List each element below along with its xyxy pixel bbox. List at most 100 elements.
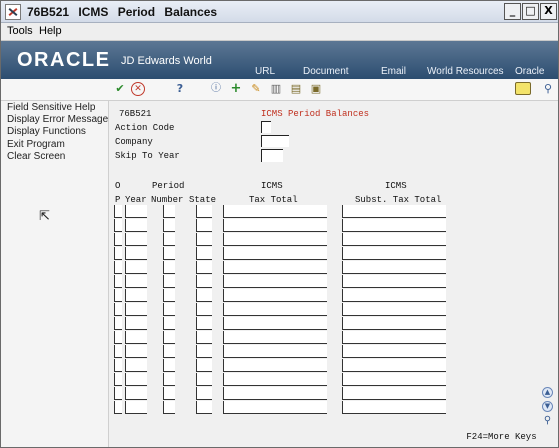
paste-icon[interactable]: ▣: [309, 82, 323, 96]
exit-display-functions[interactable]: Display Functions: [7, 126, 86, 137]
state-cell[interactable]: [196, 401, 212, 414]
icms-subst-tax-total-cell[interactable]: [342, 373, 446, 386]
icms-tax-total-cell[interactable]: [223, 275, 327, 288]
option-cell[interactable]: [114, 373, 122, 386]
state-cell[interactable]: [196, 275, 212, 288]
period-number-cell[interactable]: [163, 275, 175, 288]
icms-subst-tax-total-cell[interactable]: [342, 205, 446, 218]
year-cell[interactable]: [125, 345, 147, 358]
link-email[interactable]: Email: [381, 66, 406, 77]
minimize-button[interactable]: _: [504, 3, 521, 20]
option-cell[interactable]: [114, 331, 122, 344]
icms-subst-tax-total-cell[interactable]: [342, 401, 446, 414]
icms-tax-total-cell[interactable]: [223, 247, 327, 260]
icms-tax-total-cell[interactable]: [223, 345, 327, 358]
icms-tax-total-cell[interactable]: [223, 373, 327, 386]
icms-subst-tax-total-cell[interactable]: [342, 331, 446, 344]
period-number-cell[interactable]: [163, 233, 175, 246]
edit-icon[interactable]: ✎: [249, 82, 263, 96]
period-number-cell[interactable]: [163, 401, 175, 414]
year-cell[interactable]: [125, 205, 147, 218]
exit-display-error-message[interactable]: Display Error Message: [7, 114, 108, 125]
state-cell[interactable]: [196, 359, 212, 372]
link-document[interactable]: Document: [303, 66, 349, 77]
company-input[interactable]: [261, 135, 289, 147]
year-cell[interactable]: [125, 247, 147, 260]
option-cell[interactable]: [114, 303, 122, 316]
icms-tax-total-cell[interactable]: [223, 303, 327, 316]
period-number-cell[interactable]: [163, 247, 175, 260]
period-number-cell[interactable]: [163, 373, 175, 386]
icms-subst-tax-total-cell[interactable]: [342, 359, 446, 372]
option-cell[interactable]: [114, 219, 122, 232]
state-cell[interactable]: [196, 219, 212, 232]
year-cell[interactable]: [125, 289, 147, 302]
info-icon[interactable]: ⓘ: [209, 82, 223, 96]
period-number-cell[interactable]: [163, 345, 175, 358]
icms-tax-total-cell[interactable]: [223, 401, 327, 414]
state-cell[interactable]: [196, 345, 212, 358]
year-cell[interactable]: [125, 317, 147, 330]
option-cell[interactable]: [114, 317, 122, 330]
period-number-cell[interactable]: [163, 289, 175, 302]
state-cell[interactable]: [196, 247, 212, 260]
option-cell[interactable]: [114, 205, 122, 218]
period-number-cell[interactable]: [163, 387, 175, 400]
year-cell[interactable]: [125, 401, 147, 414]
link-url[interactable]: URL: [255, 66, 275, 77]
icms-subst-tax-total-cell[interactable]: [342, 345, 446, 358]
cancel-icon[interactable]: ✕: [131, 82, 145, 96]
help-icon[interactable]: ?: [173, 82, 187, 96]
icms-subst-tax-total-cell[interactable]: [342, 303, 446, 316]
scroll-up-icon[interactable]: ▲: [542, 387, 553, 398]
exit-clear-screen[interactable]: Clear Screen: [7, 151, 65, 162]
icms-subst-tax-total-cell[interactable]: [342, 247, 446, 260]
option-cell[interactable]: [114, 359, 122, 372]
state-cell[interactable]: [196, 289, 212, 302]
link-oracle[interactable]: Oracle: [515, 66, 544, 77]
period-number-cell[interactable]: [163, 331, 175, 344]
icms-tax-total-cell[interactable]: [223, 261, 327, 274]
icms-tax-total-cell[interactable]: [223, 205, 327, 218]
period-number-cell[interactable]: [163, 303, 175, 316]
state-cell[interactable]: [196, 261, 212, 274]
option-cell[interactable]: [114, 275, 122, 288]
option-cell[interactable]: [114, 261, 122, 274]
search-icon[interactable]: ⚲: [541, 82, 555, 96]
state-cell[interactable]: [196, 303, 212, 316]
delete-icon[interactable]: ▥: [269, 82, 283, 96]
icms-subst-tax-total-cell[interactable]: [342, 289, 446, 302]
state-cell[interactable]: [196, 331, 212, 344]
option-cell[interactable]: [114, 247, 122, 260]
action-code-input[interactable]: [261, 121, 271, 133]
icms-tax-total-cell[interactable]: [223, 233, 327, 246]
notes-icon[interactable]: [515, 82, 531, 95]
option-cell[interactable]: [114, 387, 122, 400]
menu-help[interactable]: Help: [39, 25, 62, 37]
add-icon[interactable]: +: [229, 82, 243, 96]
icms-tax-total-cell[interactable]: [223, 317, 327, 330]
icms-subst-tax-total-cell[interactable]: [342, 233, 446, 246]
check-icon[interactable]: ✔: [113, 82, 127, 96]
icms-tax-total-cell[interactable]: [223, 387, 327, 400]
state-cell[interactable]: [196, 387, 212, 400]
icms-subst-tax-total-cell[interactable]: [342, 219, 446, 232]
icms-tax-total-cell[interactable]: [223, 331, 327, 344]
year-cell[interactable]: [125, 387, 147, 400]
period-number-cell[interactable]: [163, 219, 175, 232]
state-cell[interactable]: [196, 233, 212, 246]
find-icon[interactable]: ⚲: [542, 416, 553, 427]
year-cell[interactable]: [125, 303, 147, 316]
year-cell[interactable]: [125, 233, 147, 246]
close-button[interactable]: X: [540, 3, 557, 20]
year-cell[interactable]: [125, 331, 147, 344]
state-cell[interactable]: [196, 205, 212, 218]
icms-subst-tax-total-cell[interactable]: [342, 275, 446, 288]
year-cell[interactable]: [125, 261, 147, 274]
icms-tax-total-cell[interactable]: [223, 289, 327, 302]
option-cell[interactable]: [114, 233, 122, 246]
icms-subst-tax-total-cell[interactable]: [342, 317, 446, 330]
period-number-cell[interactable]: [163, 317, 175, 330]
icms-subst-tax-total-cell[interactable]: [342, 261, 446, 274]
period-number-cell[interactable]: [163, 261, 175, 274]
